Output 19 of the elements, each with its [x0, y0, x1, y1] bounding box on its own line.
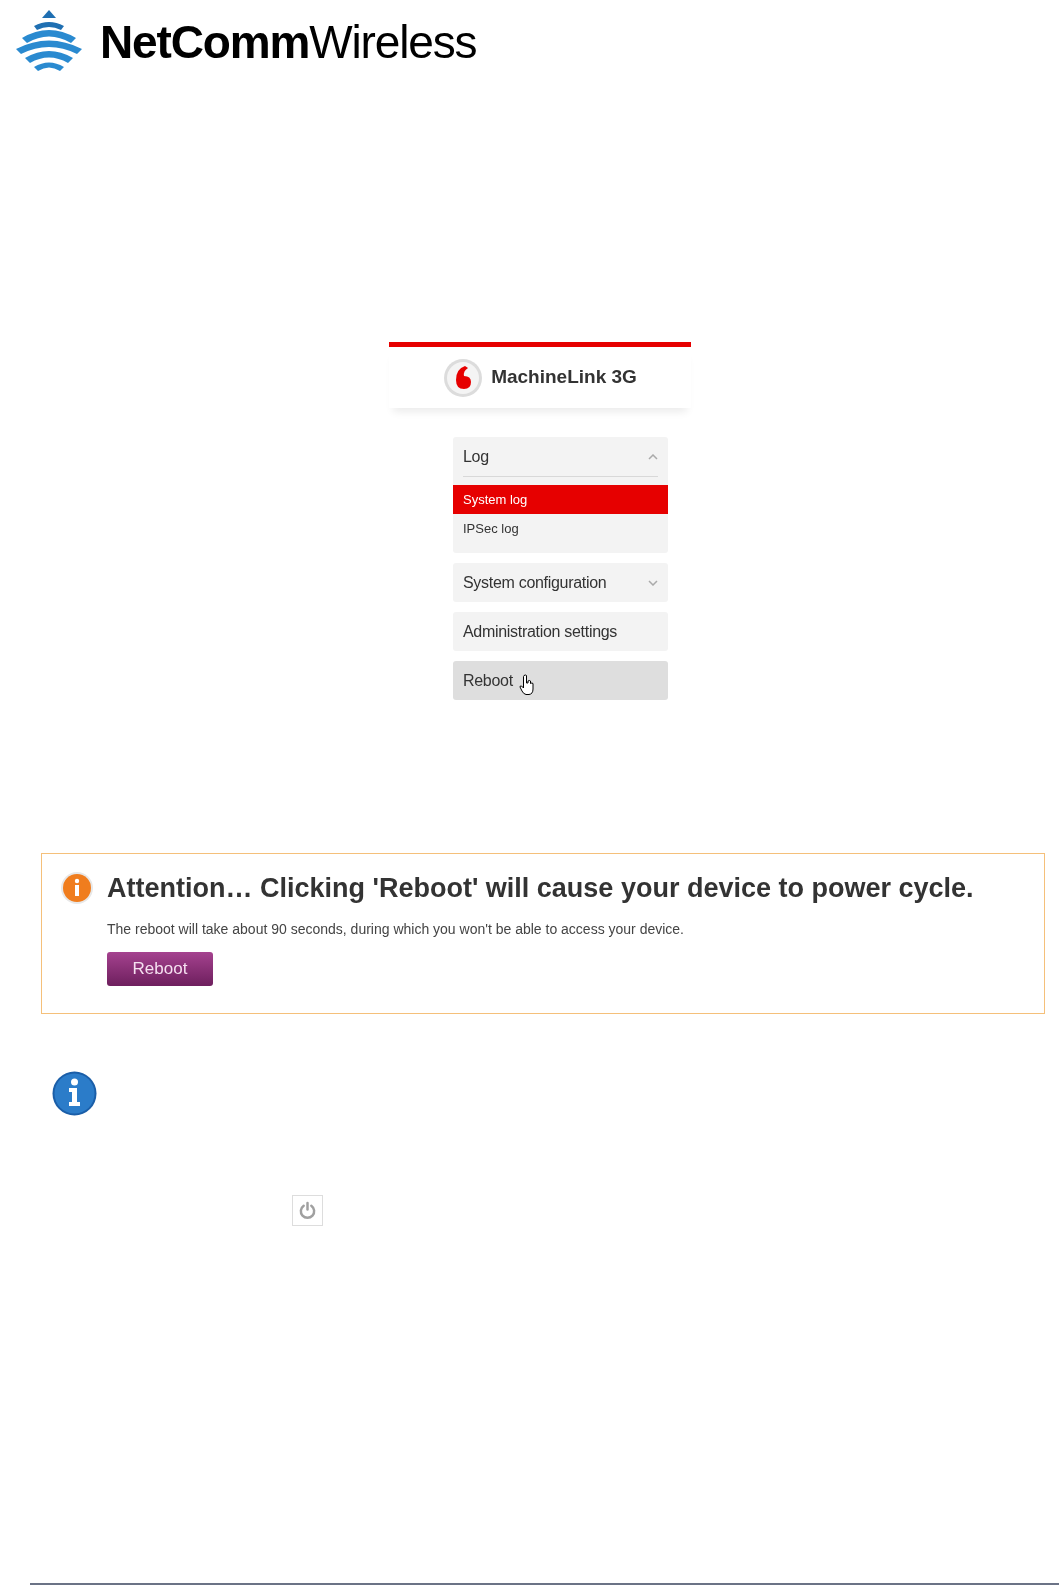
reboot-button[interactable]: Reboot	[107, 951, 213, 986]
info-icon	[52, 1071, 97, 1116]
hand-cursor-icon	[518, 673, 535, 696]
attention-heading: Attention… Clicking 'Reboot' will cause your device to power cycle.	[107, 872, 974, 905]
menu-item[interactable]: Log	[453, 437, 668, 476]
brand-logo-text: NetCommWireless	[100, 19, 477, 65]
submenu-item[interactable]: System log	[453, 485, 668, 514]
info-icon	[60, 871, 94, 906]
chevron-up-icon	[648, 453, 658, 460]
power-icon	[298, 1201, 317, 1220]
speech-mark-logo-icon	[443, 357, 484, 398]
menu-item[interactable]: Reboot	[453, 661, 668, 700]
menu-item[interactable]: Administration settings	[453, 612, 668, 651]
product-name: MachineLink 3G	[491, 365, 637, 390]
submenu-item[interactable]: IPSec log	[453, 514, 668, 543]
attention-message: The reboot will take about 90 seconds, during which you won't be able to access your device.	[107, 919, 685, 939]
power-button[interactable]	[292, 1195, 323, 1226]
menu-item[interactable]: System configuration	[453, 563, 668, 602]
chevron-down-icon	[648, 579, 658, 586]
